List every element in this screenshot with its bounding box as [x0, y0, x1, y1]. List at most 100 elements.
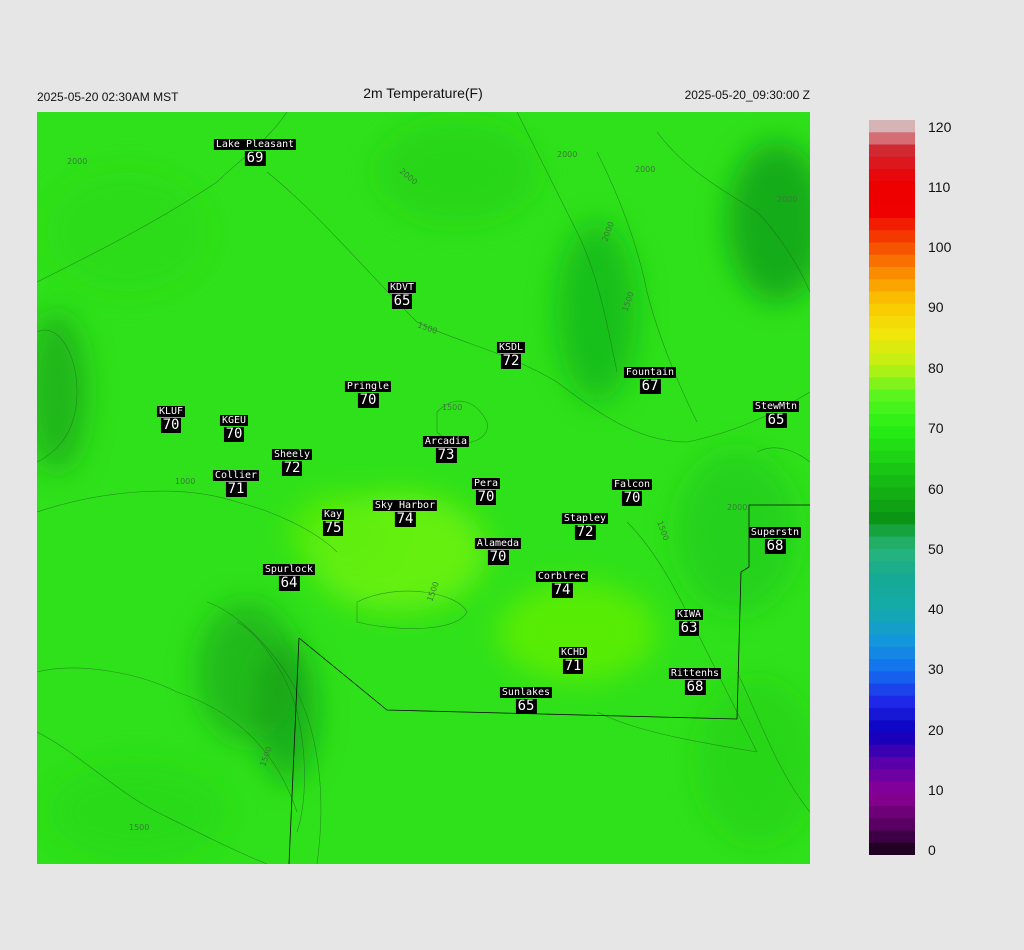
- color-scale-band: [869, 377, 915, 391]
- station-marker[interactable]: Corblrec 74: [535, 571, 589, 598]
- station-marker[interactable]: Sunlakes 65: [499, 687, 553, 714]
- station-marker[interactable]: Sheely 72: [271, 449, 313, 476]
- color-scale-band: [869, 316, 915, 329]
- station-name: Falcon: [611, 479, 653, 490]
- color-scale-band: [869, 230, 915, 244]
- contour-label: 2000: [67, 157, 87, 166]
- station-temperature: 65: [391, 293, 413, 309]
- station-marker[interactable]: Falcon 70: [611, 479, 653, 506]
- color-scale-tick: 30: [928, 661, 944, 677]
- station-temperature: 74: [394, 511, 416, 527]
- station-temperature: 68: [764, 538, 786, 554]
- station-marker[interactable]: KIWA 63: [674, 609, 704, 636]
- contour-label: 1500: [442, 403, 462, 412]
- station-temperature: 67: [639, 378, 661, 394]
- color-scale-tick: 0: [928, 842, 936, 858]
- color-scale-band: [869, 683, 915, 697]
- color-scale-band: [869, 548, 915, 562]
- station-name: Pringle: [344, 381, 392, 392]
- station-temperature: 74: [551, 582, 573, 598]
- station-temperature: 70: [357, 392, 379, 408]
- station-marker[interactable]: Lake Pleasant 69: [213, 139, 297, 166]
- station-name: Stapley: [561, 513, 609, 524]
- color-scale-band: [869, 744, 915, 758]
- color-scale-band: [869, 671, 915, 685]
- color-scale-band: [869, 695, 915, 709]
- station-name: Sunlakes: [499, 687, 553, 698]
- color-scale-band: [869, 597, 915, 611]
- color-scale-band: [869, 401, 915, 415]
- station-name: Collier: [212, 470, 260, 481]
- station-marker[interactable]: Sky Harbor 74: [372, 500, 438, 527]
- color-scale-band: [869, 646, 915, 660]
- color-scale-tick: 50: [928, 541, 944, 557]
- color-scale-bar: [869, 120, 915, 855]
- color-scale-tick: 90: [928, 299, 944, 315]
- color-scale-band: [869, 352, 915, 366]
- color-scale-band: [869, 757, 915, 770]
- station-marker[interactable]: KCHD 71: [558, 647, 588, 674]
- color-scale-band: [869, 205, 915, 219]
- station-marker[interactable]: Stapley 72: [561, 513, 609, 540]
- station-marker[interactable]: StewMtn 65: [752, 401, 800, 428]
- color-scale-band: [869, 144, 915, 158]
- color-scale-band: [869, 499, 915, 513]
- contour-label: 2000: [727, 503, 747, 512]
- color-scale-tick: 70: [928, 420, 944, 436]
- station-marker[interactable]: Collier 71: [212, 470, 260, 497]
- station-marker[interactable]: Arcadia 73: [422, 436, 470, 463]
- station-name: KGEU: [219, 415, 249, 426]
- color-scale-tick: 60: [928, 481, 944, 497]
- color-scale-band: [869, 267, 915, 280]
- color-scale-tick: 120: [928, 119, 952, 135]
- color-scale-band: [869, 524, 915, 538]
- color-scale-tick: 110: [928, 179, 951, 195]
- color-scale-band: [869, 450, 915, 464]
- station-marker[interactable]: KSDL 72: [496, 342, 526, 369]
- color-scale-band: [869, 634, 915, 648]
- station-temperature: 69: [244, 150, 266, 166]
- color-scale-band: [869, 585, 915, 599]
- temperature-field: 2000 2000 2000 2000 2000 2000 1500 1500 …: [37, 112, 810, 864]
- station-temperature: 75: [322, 520, 344, 536]
- station-name: Pera: [471, 478, 501, 489]
- color-scale-band: [869, 254, 915, 268]
- station-marker[interactable]: Pera 70: [471, 478, 501, 505]
- station-temperature: 73: [435, 447, 457, 463]
- station-name: StewMtn: [752, 401, 800, 412]
- color-scale-band: [869, 365, 915, 378]
- station-name: Corblrec: [535, 571, 589, 582]
- station-marker[interactable]: KLUF 70: [156, 406, 186, 433]
- station-temperature: 71: [225, 481, 247, 497]
- station-temperature: 65: [765, 412, 787, 428]
- contour-label: 2000: [777, 195, 797, 204]
- color-scale-band: [869, 561, 915, 574]
- color-scale-band: [869, 487, 915, 501]
- station-marker[interactable]: KDVT 65: [387, 282, 417, 309]
- station-marker[interactable]: Spurlock 64: [262, 564, 316, 591]
- station-marker[interactable]: KGEU 70: [219, 415, 249, 442]
- station-marker[interactable]: Fountain 67: [623, 367, 677, 394]
- color-scale-tick: 100: [928, 239, 952, 255]
- color-scale-band: [869, 793, 915, 807]
- station-temperature: 70: [223, 426, 245, 442]
- station-temperature: 72: [281, 460, 303, 476]
- color-scale-band: [869, 389, 915, 403]
- contour-label: 2000: [557, 150, 577, 159]
- station-marker[interactable]: Rittenhs 68: [668, 668, 722, 695]
- color-scale-band: [869, 830, 915, 844]
- station-temperature: 72: [574, 524, 596, 540]
- color-scale-band: [869, 806, 915, 819]
- station-marker[interactable]: Superstn 68: [748, 527, 802, 554]
- color-scale-band: [869, 818, 915, 832]
- contour-label: 2000: [635, 165, 655, 174]
- color-scale-band: [869, 769, 915, 783]
- station-marker[interactable]: Pringle 70: [344, 381, 392, 408]
- color-scale-tick: 10: [928, 782, 944, 798]
- station-marker[interactable]: Kay 75: [321, 509, 345, 536]
- color-scale-band: [869, 438, 915, 452]
- color-scale-band: [869, 132, 915, 146]
- color-scale-band: [869, 242, 915, 256]
- station-marker[interactable]: Alameda 70: [474, 538, 522, 565]
- station-temperature: 70: [160, 417, 182, 433]
